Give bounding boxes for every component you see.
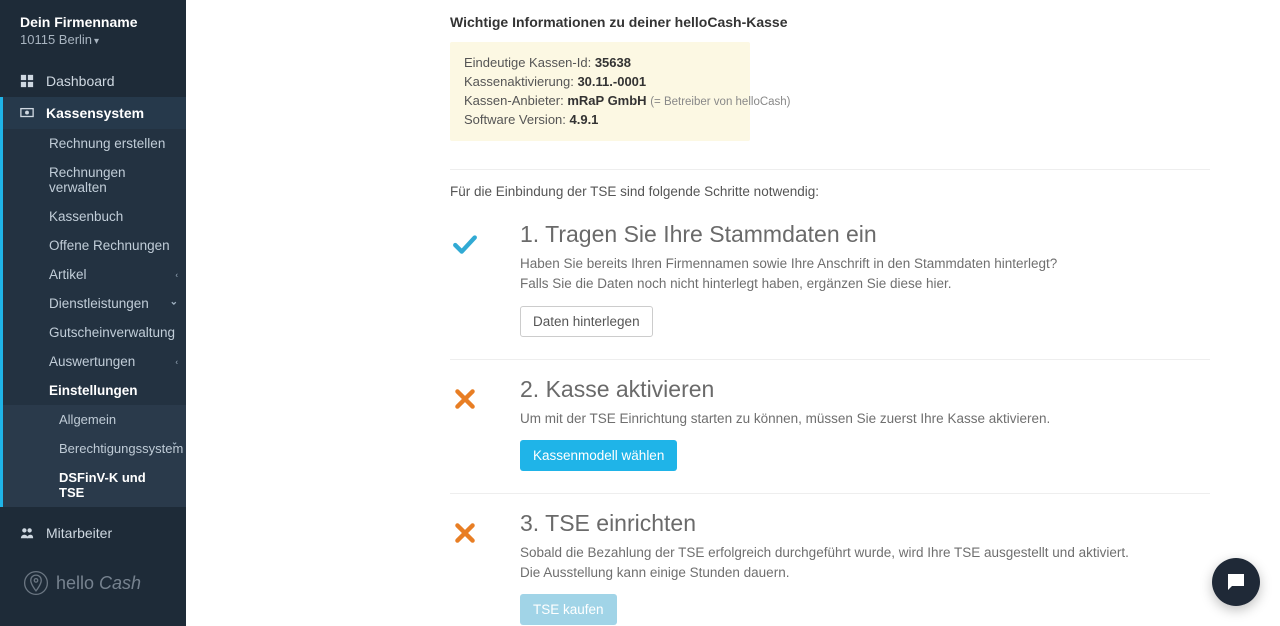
step-2-title: 2. Kasse aktivieren bbox=[520, 376, 1210, 403]
daten-hinterlegen-button[interactable]: Daten hinterlegen bbox=[520, 306, 653, 337]
pin-icon bbox=[22, 569, 50, 597]
grid-icon bbox=[20, 74, 38, 88]
cash-icon bbox=[20, 106, 38, 120]
check-icon bbox=[450, 221, 480, 257]
nav-berechtigungssystem[interactable]: Berechtigungssystem bbox=[3, 434, 186, 463]
sidebar: Dein Firmenname 10115 Berlin▾ Dashboard … bbox=[0, 0, 186, 626]
step-1-title: 1. Tragen Sie Ihre Stammdaten ein bbox=[520, 221, 1210, 248]
brand-logo: hello Cash bbox=[0, 549, 186, 620]
kasse-id: 35638 bbox=[595, 55, 631, 70]
nav-gutscheinverwaltung[interactable]: Gutscheinverwaltung bbox=[3, 318, 186, 347]
nav-mitarbeiter[interactable]: Mitarbeiter bbox=[0, 517, 186, 549]
nav-dienstleistungen[interactable]: Dienstleistungen bbox=[3, 289, 186, 318]
step-1-desc: Haben Sie bereits Ihren Firmennamen sowi… bbox=[520, 254, 1210, 293]
einstellungen-subnav: Allgemein Berechtigungssystem DSFinV-K u… bbox=[3, 405, 186, 507]
nav-rechnung-erstellen[interactable]: Rechnung erstellen bbox=[3, 129, 186, 158]
nav-einstellungen[interactable]: Einstellungen⌄ Allgemein Berechtigungssy… bbox=[3, 376, 186, 507]
step-3-desc: Sobald die Bezahlung der TSE erfolgreich… bbox=[520, 543, 1210, 582]
users-icon bbox=[20, 526, 38, 540]
kasse-vendor: mRaP GmbH bbox=[567, 93, 646, 108]
nav-kassenbuch[interactable]: Kassenbuch bbox=[3, 202, 186, 231]
tse-kaufen-button[interactable]: TSE kaufen bbox=[520, 594, 617, 625]
nav-kassensystem[interactable]: Kassensystem ⌄ Rechnung erstellen Rechnu… bbox=[0, 97, 186, 507]
tse-intro-text: Für die Einbindung der TSE sind folgende… bbox=[450, 184, 1210, 199]
nav-allgemein[interactable]: Allgemein bbox=[3, 405, 186, 434]
x-icon bbox=[450, 376, 480, 412]
company-block[interactable]: Dein Firmenname 10115 Berlin▾ bbox=[0, 0, 186, 61]
main-content: Wichtige Informationen zu deiner helloCa… bbox=[186, 0, 1280, 626]
nav-artikel[interactable]: Artikel‹ bbox=[3, 260, 186, 289]
chat-launcher[interactable] bbox=[1212, 558, 1260, 606]
x-icon bbox=[450, 510, 480, 546]
step-3: 3. TSE einrichten Sobald die Bezahlung d… bbox=[450, 510, 1210, 625]
step-3-title: 3. TSE einrichten bbox=[520, 510, 1210, 537]
info-section-title: Wichtige Informationen zu deiner helloCa… bbox=[450, 14, 1210, 30]
divider bbox=[450, 169, 1210, 170]
chat-icon bbox=[1224, 570, 1248, 594]
kasse-activation: 30.11.-0001 bbox=[577, 74, 646, 89]
divider bbox=[450, 493, 1210, 494]
nav-dashboard[interactable]: Dashboard bbox=[0, 65, 186, 97]
nav-auswertungen[interactable]: Auswertungen‹ bbox=[3, 347, 186, 376]
software-version: 4.9.1 bbox=[570, 112, 599, 127]
step-2: 2. Kasse aktivieren Um mit der TSE Einri… bbox=[450, 376, 1210, 472]
nav-rechnungen-verwalten[interactable]: Rechnungen verwalten bbox=[3, 158, 186, 202]
caret-down-icon: ▾ bbox=[94, 36, 99, 47]
step-2-desc: Um mit der TSE Einrichtung starten zu kö… bbox=[520, 409, 1210, 429]
kassensystem-subnav: Rechnung erstellen Rechnungen verwalten … bbox=[3, 129, 186, 507]
company-city: 10115 Berlin▾ bbox=[20, 32, 166, 47]
chevron-left-icon: ‹ bbox=[175, 357, 178, 366]
nav-dsfinv-tse[interactable]: DSFinV-K und TSE bbox=[3, 463, 186, 507]
nav-offene-rechnungen[interactable]: Offene Rechnungen bbox=[3, 231, 186, 260]
step-1: 1. Tragen Sie Ihre Stammdaten ein Haben … bbox=[450, 221, 1210, 336]
kassenmodell-waehlen-button[interactable]: Kassenmodell wählen bbox=[520, 440, 677, 471]
company-name: Dein Firmenname bbox=[20, 14, 166, 30]
chevron-left-icon: ‹ bbox=[175, 270, 178, 279]
divider bbox=[450, 359, 1210, 360]
main-nav: Dashboard Kassensystem ⌄ Rechnung erstel… bbox=[0, 65, 186, 549]
kasse-info-box: Eindeutige Kassen-Id: 35638 Kassenaktivi… bbox=[450, 42, 750, 141]
